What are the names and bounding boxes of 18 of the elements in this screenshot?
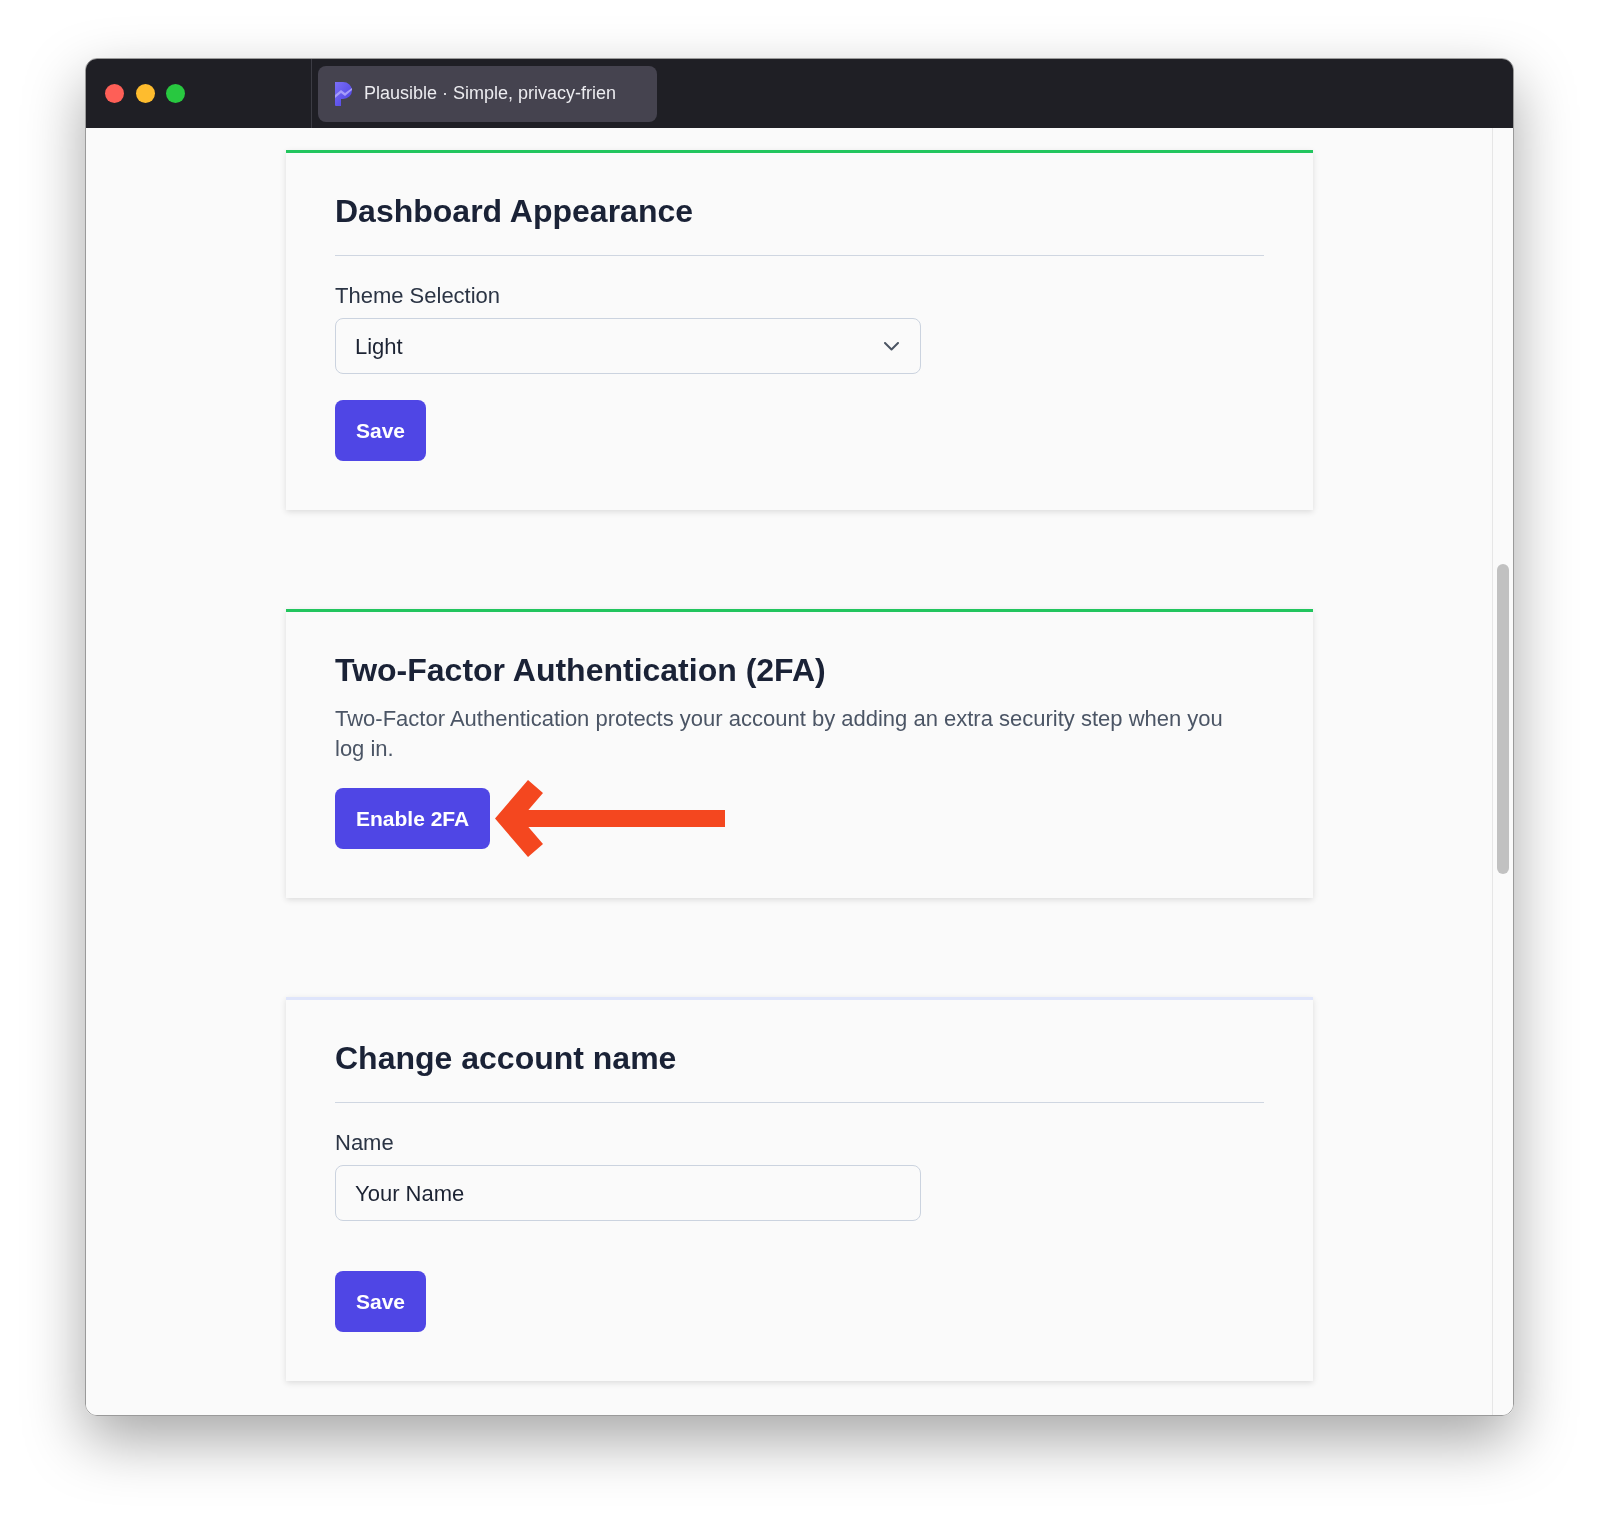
minimize-window-icon[interactable] — [136, 84, 155, 103]
action-button[interactable]: Enable 2FA — [335, 788, 491, 849]
logo-icon — [333, 81, 352, 106]
section-heading: Change account name — [335, 1039, 678, 1078]
field-label: Name — [335, 1129, 395, 1157]
save-button[interactable]: Save — [335, 400, 427, 461]
close-window-icon[interactable] — [105, 84, 124, 103]
name-input[interactable]: Your Name — [335, 1165, 921, 1221]
section-heading: Two-Factor Authentication (2FA) — [335, 651, 827, 690]
field-label: Theme Selection — [335, 282, 502, 310]
save-button[interactable]: Save — [335, 1271, 427, 1332]
section-description: Two-Factor Authentication protects your account by adding an extra security step when you log in. — [335, 705, 1224, 763]
browser-tab[interactable]: Plausible · Simple, privacy-frien — [318, 65, 657, 122]
section-heading: Dashboard Appearance — [335, 192, 695, 231]
theme-select[interactable]: Light — [335, 318, 921, 374]
scrollbar-thumb[interactable] — [1497, 564, 1509, 874]
chevron-down-icon — [884, 341, 899, 351]
maximize-window-icon[interactable] — [166, 84, 185, 103]
